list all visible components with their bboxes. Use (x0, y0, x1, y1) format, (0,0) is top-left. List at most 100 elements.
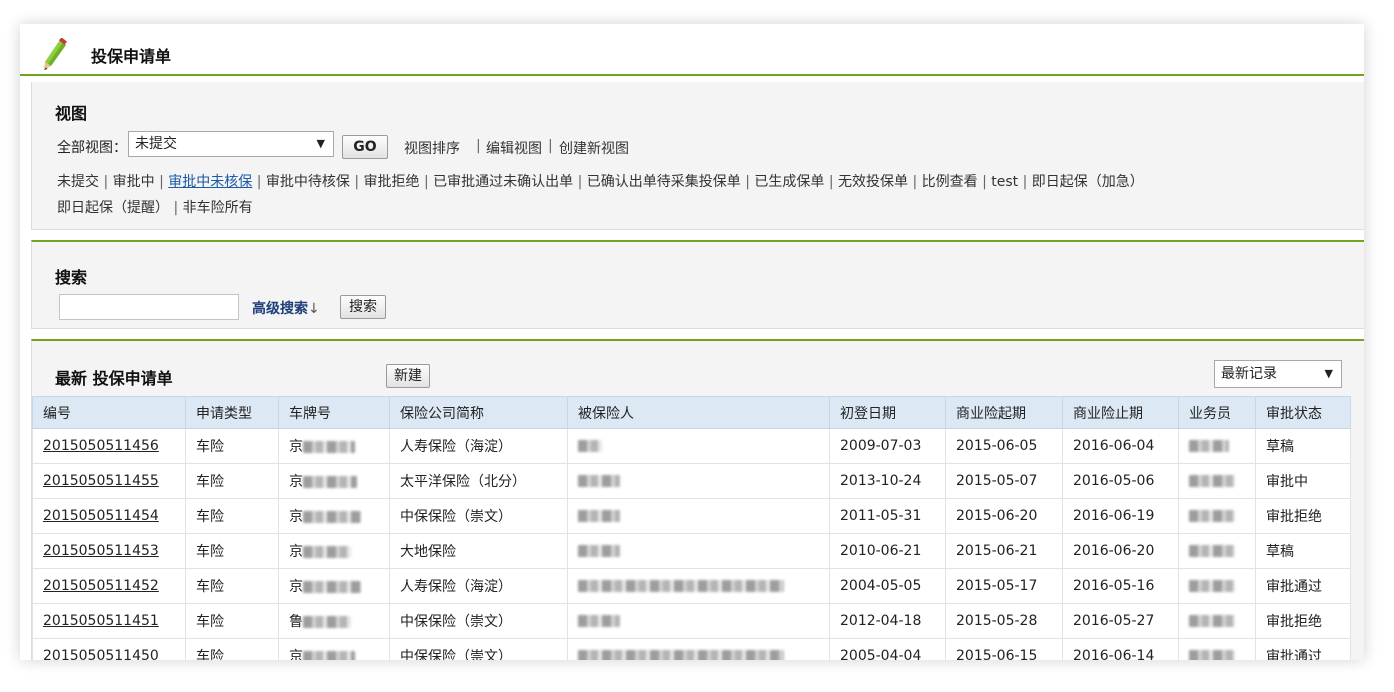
separator: | (548, 138, 553, 154)
filter-link[interactable]: 审批中 (113, 174, 155, 190)
type-cell: 车险 (185, 533, 279, 569)
filter-link[interactable]: 已审批通过未确认出单 (433, 174, 573, 190)
filter-link[interactable]: 未提交 (57, 174, 99, 190)
record-id-link[interactable]: 2015050511450 (43, 648, 159, 660)
record-id-cell: 2015050511456 (32, 428, 186, 464)
record-id-link[interactable]: 2015050511454 (43, 508, 159, 524)
insured-cell (567, 463, 830, 499)
first-date-cell: 2012-04-18 (829, 603, 946, 639)
record-id-link[interactable]: 2015050511456 (43, 438, 159, 454)
start-date-cell: 2015-05-17 (945, 568, 1063, 604)
column-header[interactable]: 审批状态 (1255, 396, 1351, 429)
plate-cell: 京 (278, 498, 390, 534)
view-select[interactable]: 未提交 ▼ (128, 131, 334, 157)
search-input[interactable] (59, 294, 239, 320)
redacted-text (578, 475, 620, 487)
filter-link[interactable]: 非车险所有 (183, 200, 253, 216)
record-id-cell: 2015050511451 (32, 603, 186, 639)
end-date-cell: 2016-05-16 (1062, 568, 1179, 604)
views-panel: 视图 全部视图： 未提交 ▼ GO 视图排序 | 编辑视图 | 创建新视图 未提… (31, 82, 1364, 230)
insured-cell (567, 638, 830, 660)
column-header[interactable]: 业务员 (1178, 396, 1256, 429)
redacted-text (1189, 475, 1235, 487)
filter-link[interactable]: 审批中待核保 (266, 174, 350, 190)
main-card: 投保申请单 视图 全部视图： 未提交 ▼ GO 视图排序 | 编辑视图 | 创建… (20, 24, 1364, 660)
agent-cell (1178, 498, 1256, 534)
view-select-value: 未提交 (135, 136, 177, 152)
plate-cell: 京 (278, 428, 390, 464)
filter-link[interactable]: 比例查看 (922, 174, 978, 190)
status-cell: 审批拒绝 (1255, 498, 1351, 534)
end-date-cell: 2016-05-27 (1062, 603, 1179, 639)
redacted-text (1189, 615, 1235, 627)
type-cell: 车险 (185, 603, 279, 639)
filter-link[interactable]: test (991, 174, 1018, 190)
filter-link[interactable]: 无效投保单 (838, 174, 908, 190)
agent-cell (1178, 603, 1256, 639)
go-button[interactable]: GO (342, 135, 388, 159)
sort-views-link[interactable]: 视图排序 (404, 138, 460, 158)
create-view-link[interactable]: 创建新视图 (559, 138, 629, 158)
company-cell: 太平洋保险（北分） (389, 463, 568, 499)
record-id-link[interactable]: 2015050511453 (43, 543, 159, 559)
new-button[interactable]: 新建 (386, 364, 430, 388)
first-date-cell: 2011-05-31 (829, 498, 946, 534)
filter-link[interactable]: 即日起保（加急） (1032, 174, 1144, 190)
start-date-cell: 2015-05-28 (945, 603, 1063, 639)
agent-cell (1178, 428, 1256, 464)
status-cell: 审批通过 (1255, 568, 1351, 604)
search-button[interactable]: 搜索 (340, 295, 386, 319)
table-row: 2015050511454 车险 京 中保保险（崇文） 2011-05-31 2… (32, 498, 1351, 534)
first-date-cell: 2005-04-04 (829, 638, 946, 660)
filter-links-row-2: 即日起保（提醒） | 非车险所有 (57, 200, 253, 216)
redacted-text (303, 546, 351, 558)
edit-view-link[interactable]: 编辑视图 (486, 138, 542, 158)
sort-select[interactable]: 最新记录 ▼ (1214, 360, 1342, 388)
separator: | (476, 138, 481, 154)
redacted-text (1189, 440, 1229, 452)
record-id-link[interactable]: 2015050511452 (43, 578, 159, 594)
type-cell: 车险 (185, 428, 279, 464)
column-header[interactable]: 保险公司简称 (389, 396, 568, 429)
first-date-cell: 2004-05-05 (829, 568, 946, 604)
filter-link-active[interactable]: 审批中未核保 (168, 174, 252, 190)
redacted-text (578, 580, 784, 592)
first-date-cell: 2013-10-24 (829, 463, 946, 499)
column-header[interactable]: 被保险人 (567, 396, 830, 429)
company-cell: 大地保险 (389, 533, 568, 569)
record-id-cell: 2015050511450 (32, 638, 186, 660)
column-header[interactable]: 商业险止期 (1062, 396, 1179, 429)
redacted-text (303, 476, 357, 488)
type-cell: 车险 (185, 568, 279, 604)
list-section-title: 最新 投保申请单 (55, 369, 173, 388)
filter-link[interactable]: 即日起保（提醒） (57, 200, 169, 216)
end-date-cell: 2016-06-14 (1062, 638, 1179, 660)
filter-link[interactable]: 已确认出单待采集投保单 (587, 174, 741, 190)
type-cell: 车险 (185, 498, 279, 534)
column-header[interactable]: 商业险起期 (945, 396, 1063, 429)
page-header: 投保申请单 (20, 24, 1364, 76)
page-title: 投保申请单 (91, 47, 172, 66)
record-id-link[interactable]: 2015050511451 (43, 613, 159, 629)
column-header[interactable]: 申请类型 (185, 396, 279, 429)
status-cell: 审批通过 (1255, 638, 1351, 660)
insured-cell (567, 568, 830, 604)
company-cell: 人寿保险（海淀） (389, 568, 568, 604)
status-cell: 草稿 (1255, 428, 1351, 464)
record-id-link[interactable]: 2015050511455 (43, 473, 159, 489)
column-header[interactable]: 编号 (32, 396, 186, 429)
record-id-cell: 2015050511452 (32, 568, 186, 604)
table-row: 2015050511456 车险 京 人寿保险（海淀） 2009-07-03 2… (32, 428, 1351, 464)
column-header[interactable]: 初登日期 (829, 396, 946, 429)
filter-link[interactable]: 审批拒绝 (364, 174, 420, 190)
company-cell: 人寿保险（海淀） (389, 428, 568, 464)
redacted-text (303, 511, 361, 523)
table-header-row: 编号 申请类型 车牌号 保险公司简称 被保险人 初登日期 商业险起期 商业险止期… (32, 396, 1351, 429)
filter-link[interactable]: 已生成保单 (754, 174, 824, 190)
insured-cell (567, 603, 830, 639)
advanced-search-link[interactable]: 高级搜索↓ (252, 298, 320, 318)
status-cell: 草稿 (1255, 533, 1351, 569)
redacted-text (1189, 545, 1235, 557)
column-header[interactable]: 车牌号 (278, 396, 390, 429)
company-cell: 中保保险（崇文） (389, 603, 568, 639)
